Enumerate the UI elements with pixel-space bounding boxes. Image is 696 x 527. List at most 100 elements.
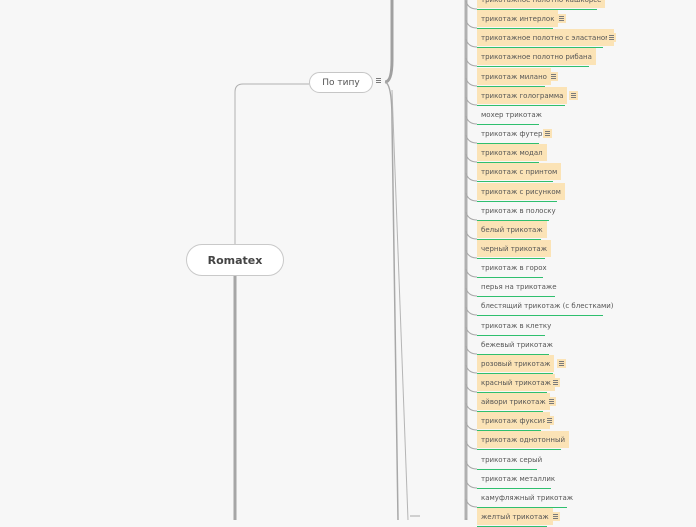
note-icon[interactable] (557, 14, 566, 23)
leaf-node[interactable]: трикотаж металлик (477, 470, 559, 487)
leaf-label: трикотаж голограмма (481, 91, 564, 100)
leaf-connector (465, 383, 478, 393)
leaf-connector (465, 57, 478, 67)
leaf-node[interactable]: черный трикотаж (477, 240, 552, 257)
leaf-connector (465, 192, 478, 202)
leaf-label: трикотаж милано (481, 72, 547, 81)
leaf-label: розовый трикотаж (481, 359, 551, 368)
leaf-connector (465, 421, 478, 431)
leaf-node[interactable]: трикотаж интерлок (477, 10, 559, 27)
leaf-label: красный трикотаж (481, 378, 551, 387)
leaf-connector (465, 268, 478, 278)
type-node-label: По типу (322, 77, 360, 88)
note-lines-icon (545, 131, 550, 136)
leaf-node[interactable]: красный трикотаж (477, 374, 555, 391)
leaf-connector (465, 96, 478, 106)
leaf-connector (465, 230, 478, 240)
note-lines-icon (553, 380, 558, 385)
leaf-node[interactable]: перья на трикотаже (477, 278, 561, 295)
leaf-connector (465, 0, 478, 10)
note-lines-icon (571, 93, 576, 98)
leaf-connector (465, 498, 478, 508)
type-branch-down (384, 81, 399, 520)
leaf-node[interactable]: трикотаж с принтом (477, 163, 562, 180)
leaf-node[interactable]: трикотаж в клетку (477, 317, 555, 334)
note-icon[interactable] (545, 416, 554, 425)
leaf-label: трикотаж интерлок (481, 14, 555, 23)
type-node[interactable]: По типу (309, 72, 373, 93)
leaf-node[interactable]: трикотажное полотно рибана (477, 48, 596, 65)
leaf-node[interactable]: блестящий трикотаж (с блестками) (477, 297, 618, 314)
note-icon[interactable] (569, 91, 578, 100)
leaf-label: желтый трикотаж (481, 512, 549, 521)
note-lines-icon (559, 361, 564, 366)
leaf-label: трикотаж футер (481, 129, 543, 138)
leaf-label: трикотаж металлик (481, 474, 556, 483)
leaf-node[interactable]: желтый трикотаж (477, 508, 553, 525)
leaf-underline (477, 315, 603, 316)
leaf-node[interactable]: трикотаж милано (477, 68, 551, 85)
leaf-connector (465, 77, 478, 87)
leaf-label: трикотаж в клетку (481, 321, 552, 330)
leaf-node[interactable]: трикотаж в полоску (477, 202, 560, 219)
leaf-label: камуфляжный трикотаж (481, 493, 574, 502)
leaf-node[interactable]: трикотажное полотно кашкорсе (477, 0, 606, 8)
leaf-node[interactable]: трикотаж с рисунком (477, 183, 565, 200)
leaf-connector (465, 172, 478, 182)
leaf-label: перья на трикотаже (481, 282, 557, 291)
leaf-label: трикотажное полотно с эластаном (481, 33, 611, 42)
leaf-connector (465, 440, 478, 450)
leaf-node[interactable]: бежевый трикотаж (477, 336, 557, 353)
leaf-connector (465, 326, 478, 336)
leaf-node[interactable]: трикотаж однотонный (477, 431, 570, 448)
leaf-node[interactable]: трикотаж голограмма (477, 87, 568, 104)
leaf-underline (477, 181, 553, 182)
leaf-label: черный трикотаж (481, 244, 548, 253)
leaf-connector (465, 153, 478, 163)
leaf-connector (465, 345, 478, 355)
leaf-connector (465, 211, 478, 221)
leaf-connector (465, 479, 478, 489)
leaf-node[interactable]: трикотаж фуксия (477, 412, 551, 429)
note-icon[interactable] (549, 72, 558, 81)
leaf-label: трикотаж с рисунком (481, 187, 561, 196)
note-icon[interactable] (543, 129, 552, 138)
note-icon[interactable] (547, 397, 556, 406)
leaf-node[interactable]: камуфляжный трикотаж (477, 489, 577, 506)
leaf-label: трикотаж модал (481, 148, 543, 157)
leaf-label: трикотаж в горох (481, 263, 547, 272)
leaf-label: бежевый трикотаж (481, 340, 553, 349)
leaf-node[interactable]: трикотаж модал (477, 144, 547, 161)
note-icon[interactable] (376, 78, 381, 83)
leaf-node[interactable]: мохер трикотаж (477, 106, 546, 123)
note-icon[interactable] (607, 33, 616, 42)
note-lines-icon (549, 399, 554, 404)
leaf-connector (465, 134, 478, 144)
leaf-node[interactable]: розовый трикотаж (477, 355, 555, 372)
leaf-node[interactable]: трикотаж футер (477, 125, 546, 142)
leaf-node[interactable]: трикотажное полотно с эластаном (477, 29, 615, 46)
leaf-node[interactable]: трикотаж серый (477, 451, 546, 468)
note-icon[interactable] (557, 359, 566, 368)
leaf-label: белый трикотаж (481, 225, 543, 234)
note-lines-icon (547, 418, 552, 423)
root-label: Romatex (207, 253, 263, 267)
leaf-connector (465, 287, 478, 297)
note-icon[interactable] (551, 378, 560, 387)
leaf-node[interactable]: трикотаж в горох (477, 259, 551, 276)
leaf-label: трикотаж в полоску (481, 206, 556, 215)
leaf-node[interactable]: белый трикотаж (477, 221, 547, 238)
leaf-connector (465, 115, 478, 125)
leaf-connector (465, 19, 478, 29)
leaf-connector (465, 38, 478, 48)
root-node[interactable]: Romatex (186, 244, 284, 276)
note-lines-icon (559, 16, 564, 21)
leaf-label: трикотажное полотно рибана (481, 52, 592, 61)
leaf-label: мохер трикотаж (481, 110, 542, 119)
leaf-underline (477, 449, 561, 450)
leaf-label: трикотажное полотно кашкорсе (481, 0, 601, 4)
leaf-label: трикотаж серый (481, 455, 543, 464)
note-lines-icon (551, 74, 556, 79)
note-lines-icon (609, 35, 614, 40)
leaf-node[interactable]: айвори трикотаж (477, 393, 550, 410)
